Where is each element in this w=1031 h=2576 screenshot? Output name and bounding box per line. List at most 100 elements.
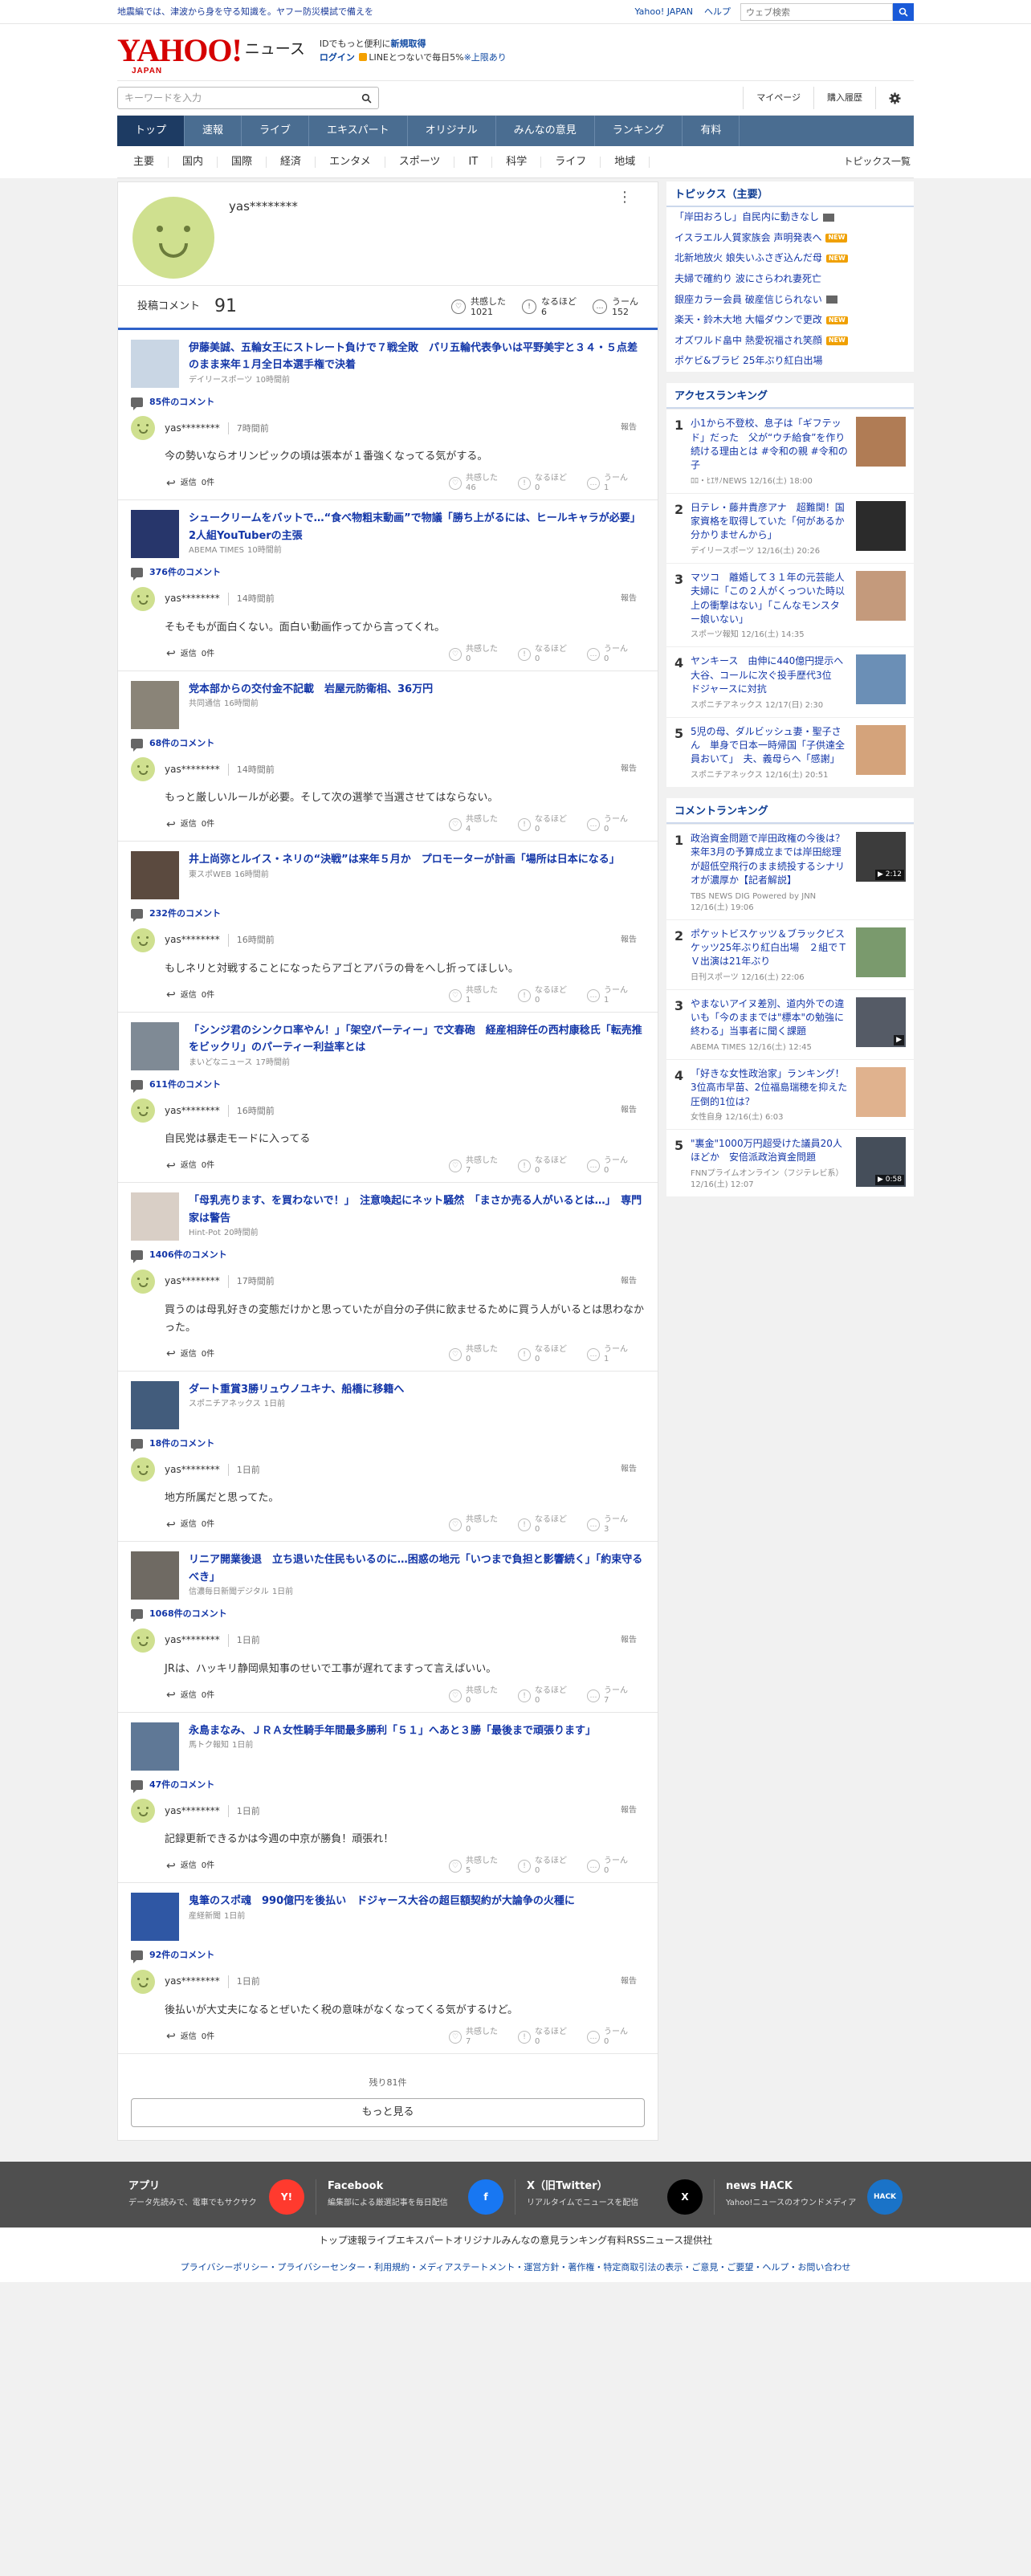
reaction-insight-button[interactable]: ! なるほど 0	[518, 474, 576, 493]
category-item[interactable]: 科学	[492, 156, 542, 168]
comment-count-link[interactable]: 18件のコメント	[131, 1437, 645, 1452]
article-link[interactable]: 永島まなみ、ＪＲＡ女性騎手年間最多勝利「５１」へあと３勝「最後まで頑張ります」馬…	[131, 1722, 645, 1771]
register-link[interactable]: 新規取得	[391, 39, 426, 49]
comment-count-link[interactable]: 1406件のコメント	[131, 1249, 645, 1264]
nav-breaking[interactable]: 速報	[185, 116, 242, 146]
footer-app-3[interactable]: X（旧Twitter） リアルタイムでニュースを配信 X	[516, 2179, 715, 2215]
web-search-input[interactable]	[740, 3, 893, 21]
comment-count-link[interactable]: 85件のコメント	[131, 396, 645, 410]
category-item[interactable]: 国際	[218, 156, 267, 168]
article-link[interactable]: 井上尚弥とルイス・ネリの“決戦”は来年５月か プロモーターが計画「場所は日本にな…	[131, 851, 645, 900]
footer-nav-item[interactable]: トップ	[319, 2234, 348, 2248]
category-item[interactable]: 主要	[117, 156, 169, 168]
topic-item[interactable]: 夫婦で確約り 波にさらわれ妻死亡	[666, 269, 914, 290]
ranking-item[interactable]: 2 日テレ・藤井貴彦アナ 超難関！国家資格を取得していた「何があるか分かりませんか…	[666, 492, 914, 563]
article-title[interactable]: 井上尚弥とルイス・ネリの“決戦”は来年５月か プロモーターが計画「場所は日本にな…	[189, 851, 645, 868]
article-title[interactable]: 「母乳売ります、を買わないで！」 注意喚起にネット騒然 「まさか売る人がいるとは…	[189, 1192, 645, 1227]
search-button[interactable]	[893, 3, 914, 21]
article-title[interactable]: 鬼筆のスポ魂 990億円を後払い ドジャース大谷の超巨額契約が大論争の火種に	[189, 1893, 645, 1910]
article-thumbnail[interactable]	[131, 510, 179, 559]
footer-nav-item[interactable]: RSS	[626, 2234, 646, 2248]
report-link[interactable]: 報告	[621, 593, 637, 605]
article-title[interactable]: シュークリームをバットで…“食べ物粗末動画”で物議「勝ち上がるには、ヒールキャラ…	[189, 510, 645, 544]
comment-username[interactable]: yas********	[165, 1274, 220, 1288]
article-thumbnail[interactable]	[131, 1722, 179, 1771]
footer-links[interactable]: プライバシーポリシー・プライバシーセンター・利用規約・メディアステートメント・運…	[0, 2253, 1031, 2282]
topic-item[interactable]: 銀座カラー会員 破産信じられない	[666, 290, 914, 311]
reaction-agree-button[interactable]: ♡ 共感した 7	[449, 2028, 507, 2047]
article-title[interactable]: 永島まなみ、ＪＲＡ女性騎手年間最多勝利「５１」へあと３勝「最後まで頑張ります」	[189, 1722, 645, 1739]
report-link[interactable]: 報告	[621, 1805, 637, 1816]
login-link[interactable]: ログイン	[320, 52, 355, 63]
comment-count-link[interactable]: 47件のコメント	[131, 1779, 645, 1793]
yahoo-logo[interactable]: YAHOO! JAPAN	[117, 35, 242, 75]
category-item[interactable]: 地域	[601, 156, 650, 168]
reply-button[interactable]: 返信	[181, 1160, 197, 1172]
reply-button[interactable]: 返信	[181, 649, 197, 660]
topic-item[interactable]: 北新地放火 娘失いふさぎ込んだ母 NEW	[666, 248, 914, 269]
article-link[interactable]: リニア開業後退 立ち退いた住民もいるのに…困惑の地元「いつまで負担と影響続く」「…	[131, 1551, 645, 1600]
comment-username[interactable]: yas********	[165, 933, 220, 947]
topic-item[interactable]: ポケビ&ブラビ 25年ぶり紅白出場	[666, 351, 914, 372]
ranking-item[interactable]: 5 "裏金"1000万円超受けた議員20人ほどか 安倍派政治資金問題 FNNプライム…	[666, 1129, 914, 1196]
category-item[interactable]: エンタメ	[316, 156, 385, 168]
reaction-hmm-button[interactable]: … うーん 1	[587, 986, 645, 1005]
nav-paid[interactable]: 有料	[683, 116, 740, 146]
nav-top[interactable]: トップ	[117, 116, 185, 146]
reply-button[interactable]: 返信	[181, 2032, 197, 2043]
comment-username[interactable]: yas********	[165, 422, 220, 435]
load-more-button[interactable]: もっと見る	[131, 2098, 645, 2128]
nav-ranking[interactable]: ランキング	[595, 116, 683, 146]
reaction-hmm-button[interactable]: … うーん 7	[587, 1686, 645, 1706]
reaction-insight-button[interactable]: ! なるほど 0	[518, 645, 576, 664]
footer-nav-item[interactable]: ニュース提供社	[646, 2234, 712, 2248]
news-keyword-search[interactable]: キーワードを入力	[117, 87, 379, 109]
article-thumbnail[interactable]	[131, 340, 179, 388]
article-title[interactable]: 党本部からの交付金不記載 岩屋元防衛相、36万円	[189, 681, 645, 698]
comment-username[interactable]: yas********	[165, 1975, 220, 1988]
ranking-item[interactable]: 2 ポケットビスケッツ＆ブラックビスケッツ25年ぶり紅白出場 ２組でＴＶ出演は21…	[666, 919, 914, 989]
reaction-insight-button[interactable]: ! なるほど 0	[518, 1515, 576, 1535]
comment-count-link[interactable]: 1068件のコメント	[131, 1608, 645, 1623]
report-link[interactable]: 報告	[621, 1635, 637, 1646]
topic-item[interactable]: オズワルド畠中 熱愛祝福され笑顔 NEW	[666, 331, 914, 352]
article-title[interactable]: リニア開業後退 立ち退いた住民もいるのに…困惑の地元「いつまで負担と影響続く」「…	[189, 1551, 645, 1586]
reply-button[interactable]: 返信	[181, 478, 197, 489]
yahoo-japan-link[interactable]: Yahoo! JAPAN	[634, 6, 693, 18]
footer-nav-item[interactable]: エキスパート	[396, 2234, 454, 2248]
footer-app-2[interactable]: Facebook 編集部による厳選記事を毎日配信 f	[316, 2179, 516, 2215]
comment-username[interactable]: yas********	[165, 1804, 220, 1818]
comment-count-link[interactable]: 92件のコメント	[131, 1949, 645, 1964]
reaction-insight-button[interactable]: ! なるほど 0	[518, 2028, 576, 2047]
nav-opinions[interactable]: みんなの意見	[496, 116, 595, 146]
footer-nav-item[interactable]: 有料	[607, 2234, 626, 2248]
ranking-item[interactable]: 4 ヤンキース 由伸に440億円提示へ 大谷、コールに次ぐ投手歴代3位 ドジャース…	[666, 646, 914, 716]
help-link[interactable]: ヘルプ	[704, 6, 731, 18]
article-title[interactable]: ダート重賞3勝リュウノユキナ、船橋に移籍へ	[189, 1381, 645, 1398]
category-item[interactable]: 経済	[267, 156, 316, 168]
footer-nav-item[interactable]: 速報	[348, 2234, 367, 2248]
reaction-insight-button[interactable]: ! なるほど 0	[518, 1345, 576, 1364]
reaction-hmm-button[interactable]: … うーん 0	[587, 1156, 645, 1176]
reaction-insight-button[interactable]: ! なるほど 0	[518, 1686, 576, 1706]
disaster-alert-link[interactable]: 地震編では、津波から身を守る知識を。ヤフー防災模試で備えを	[117, 6, 634, 18]
comment-count-link[interactable]: 232件のコメント	[131, 907, 645, 923]
article-link[interactable]: 「母乳売ります、を買わないで！」 注意喚起にネット騒然 「まさか売る人がいるとは…	[131, 1192, 645, 1241]
ranking-item[interactable]: 1 政治資金問題で岸田政権の今後は？ 来年3月の予算成立までは岸田総理が超低空飛行…	[666, 823, 914, 919]
footer-nav-item[interactable]: オリジナル	[454, 2234, 502, 2248]
report-link[interactable]: 報告	[621, 1276, 637, 1287]
footer-app-4[interactable]: news HACK Yahoo!ニュースのオウンドメディア HACK	[715, 2179, 914, 2215]
article-link[interactable]: 「シンジ君のシンクロ率やん！」「架空パーティー」で文春砲 経産相辞任の西村康稔氏…	[131, 1021, 645, 1070]
topic-item[interactable]: 「岸田おろし」自民内に動きなし	[666, 207, 914, 228]
report-link[interactable]: 報告	[621, 1105, 637, 1116]
report-link[interactable]: 報告	[621, 764, 637, 775]
reply-button[interactable]: 返信	[181, 990, 197, 1001]
topic-item[interactable]: 楽天・鈴木大地 大幅ダウンで更改 NEW	[666, 310, 914, 331]
article-link[interactable]: シュークリームをバットで…“食べ物粗末動画”で物議「勝ち上がるには、ヒールキャラ…	[131, 510, 645, 559]
topic-item[interactable]: イスラエル人質家族会 声明発表へ NEW	[666, 228, 914, 249]
article-link[interactable]: 鬼筆のスポ魂 990億円を後払い ドジャース大谷の超巨額契約が大論争の火種に 産経…	[131, 1893, 645, 1942]
article-thumbnail[interactable]	[131, 1021, 179, 1070]
article-thumbnail[interactable]	[131, 1192, 179, 1241]
comment-count-link[interactable]: 68件のコメント	[131, 737, 645, 752]
reply-button[interactable]: 返信	[181, 1519, 197, 1531]
